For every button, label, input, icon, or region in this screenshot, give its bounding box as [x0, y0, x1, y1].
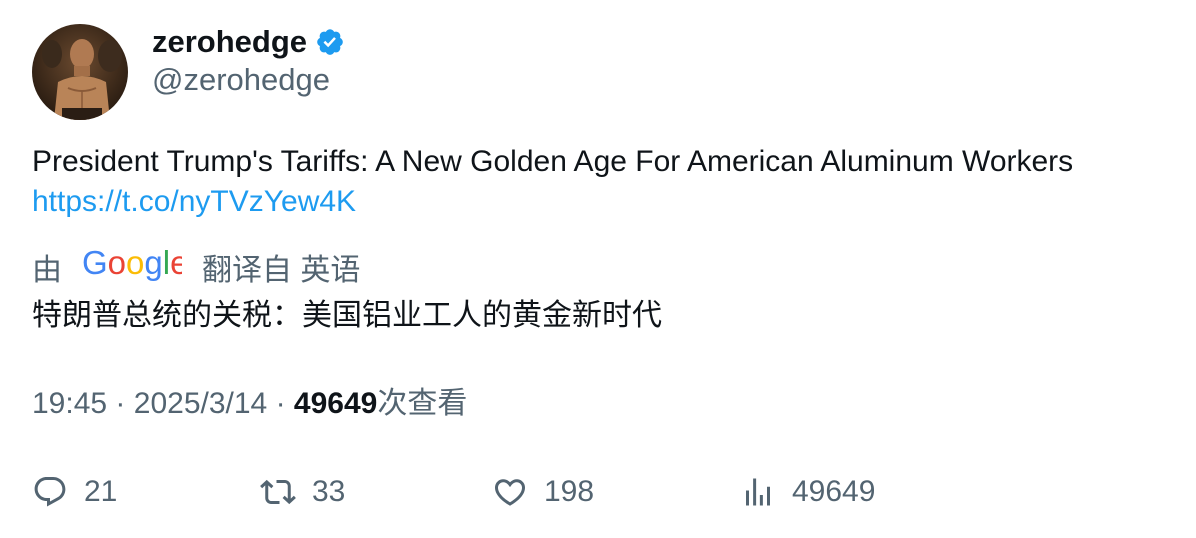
like-button[interactable]: 198 — [492, 470, 594, 514]
views-button[interactable]: 49649 — [740, 470, 875, 514]
reply-button[interactable]: 21 — [32, 470, 117, 514]
action-bar: 21 33 198 49649 — [32, 470, 1032, 514]
tweet-date[interactable]: 2025/3/14 — [134, 387, 267, 420]
translation-attribution: 由 Google 翻译自 英语 — [32, 243, 360, 291]
retweet-count: 33 — [312, 475, 346, 508]
like-count: 198 — [544, 475, 595, 508]
tweet-link[interactable]: https://t.co/nyTVzYew4K — [32, 185, 356, 218]
reply-count: 21 — [84, 475, 118, 508]
google-logo-icon: Google — [82, 243, 188, 291]
retweet-icon — [260, 479, 296, 505]
verified-badge-icon — [315, 27, 345, 57]
analytics-icon — [746, 478, 770, 506]
tweet-text: President Trump's Tariffs: A New Golden … — [32, 142, 1172, 222]
view-count: 49649 — [293, 387, 378, 420]
translation-prefix: 由 — [32, 254, 62, 287]
tweet-body: President Trump's Tariffs: A New Golden … — [32, 145, 1074, 178]
meta-separator: · — [115, 387, 126, 420]
translated-text: 特朗普总统的关税：美国铝业工人的黄金新时代 — [32, 299, 662, 332]
meta-separator: · — [275, 387, 286, 420]
avatar-image — [32, 24, 128, 120]
tweet-meta: 19:45 · 2025/3/14 · 49649次查看 — [32, 384, 467, 424]
tweet-time[interactable]: 19:45 — [32, 387, 107, 420]
user-handle[interactable]: @zerohedge — [152, 62, 330, 98]
display-name[interactable]: zerohedge — [152, 24, 307, 60]
views-count: 49649 — [792, 475, 876, 508]
svg-text:Google: Google — [82, 244, 182, 281]
view-label: 次查看 — [377, 387, 468, 420]
retweet-button[interactable]: 33 — [260, 470, 345, 514]
translation-source-language[interactable]: 翻译自 英语 — [202, 245, 360, 289]
reply-icon — [34, 477, 66, 507]
avatar[interactable] — [32, 24, 128, 120]
heart-icon — [494, 479, 526, 506]
